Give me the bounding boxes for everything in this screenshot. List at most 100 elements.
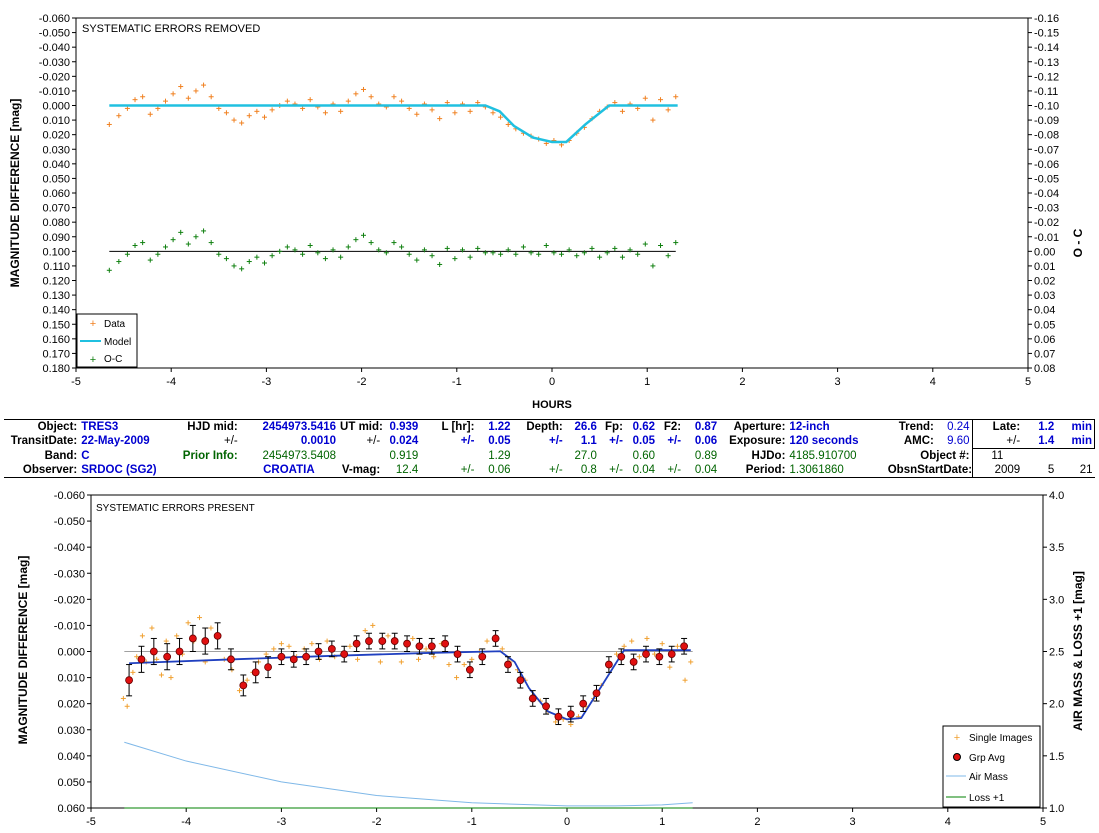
chart-systematic-removed: SYSTEMATIC ERRORS REMOVED HOURS MAGNITUD… (8, 13, 1085, 411)
x-tick-label: 2 (754, 816, 760, 828)
y2-tick-label: 0.00 (1034, 246, 1055, 258)
single-image-point (347, 643, 353, 649)
value-vmag: 12.4 (395, 464, 419, 476)
y-tick-label: -0.040 (39, 42, 70, 54)
y2-tick-label: 0.08 (1034, 363, 1055, 375)
single-image-point (469, 656, 475, 662)
single-image-point (120, 695, 126, 701)
single-image-point (316, 656, 322, 662)
grp-avg-point (491, 630, 500, 647)
y-tick-label: 0.150 (42, 319, 70, 331)
y2-tick-label: 4.0 (1049, 490, 1064, 502)
y2-tick-label: -0.14 (1034, 42, 1059, 54)
single-image-point (568, 722, 574, 728)
y-tick-label: -0.010 (39, 86, 70, 98)
label-ut-mid: UT mid: (340, 421, 383, 433)
x-tick-label: -2 (372, 816, 382, 828)
grp-avg-marker (441, 639, 450, 648)
label-trend: Trend: (898, 421, 934, 433)
single-image-point (377, 659, 383, 665)
single-image-point (667, 664, 673, 670)
grp-avg-marker (137, 655, 146, 664)
grp-avg-marker (566, 710, 575, 718)
single-image-point (410, 635, 416, 641)
legend-2-grpavg-marker (953, 753, 961, 761)
grp-avg-marker (239, 681, 248, 690)
x-tick-label: -1 (452, 376, 462, 388)
chart1-y2label: O - C (1071, 228, 1085, 257)
grp-avg-point (642, 645, 650, 663)
legend-2-single-marker: + (954, 732, 960, 744)
grp-avg-marker (655, 652, 664, 661)
label-depth: Depth: (526, 421, 563, 433)
single-image-point (174, 633, 180, 639)
grp-avg-point (327, 640, 336, 658)
y2-tick-label: -0.02 (1034, 217, 1059, 229)
grp-avg-marker (264, 663, 272, 672)
grp-avg-marker (251, 668, 260, 677)
value-period: 1.3061860 (789, 464, 844, 476)
grp-avg-point (314, 643, 323, 660)
grp-avg-marker (667, 650, 676, 659)
grp-avg-marker (213, 631, 222, 640)
legend-1-oc-marker: + (90, 354, 96, 366)
label-l-err: +/- (460, 435, 475, 448)
grp-avg-marker (227, 655, 235, 664)
y-tick-label: 0.080 (42, 217, 70, 229)
label-f2-err2: +/- (667, 464, 682, 476)
blank-7 (1056, 449, 1094, 464)
grp-avg-point (504, 656, 512, 673)
y2-tick-label: -0.04 (1034, 188, 1059, 200)
single-image-point (208, 625, 214, 631)
x-tick-label: -3 (277, 816, 287, 828)
blank-8 (176, 463, 240, 478)
label-fp-err2: +/- (609, 464, 623, 476)
chart2-title: SYSTEMATIC ERRORS PRESENT (96, 503, 255, 514)
single-image-point (393, 638, 399, 644)
y-tick-label: 0.140 (42, 305, 70, 317)
single-image-point (404, 643, 410, 649)
grp-avg-marker (352, 639, 361, 648)
grp-avg-point (478, 648, 487, 666)
value-prior-hjd: 2454973.5408 (262, 449, 337, 462)
grp-avg-point (415, 637, 424, 655)
value-obsn-month: 5 (1047, 464, 1055, 476)
value-fp: 0.62 (632, 421, 656, 433)
single-image-point (154, 656, 160, 662)
y2-tick-label: -0.01 (1034, 232, 1059, 244)
x-tick-label: 1 (644, 376, 650, 388)
blank-6 (1022, 449, 1056, 464)
single-image-point (659, 641, 665, 647)
y-tick-label: -0.010 (54, 620, 85, 632)
value-f2: 0.87 (694, 421, 718, 433)
grp-avg-marker (314, 647, 323, 656)
single-image-point (492, 635, 498, 641)
value-f2-err: 0.06 (694, 435, 718, 448)
grp-avg-point (163, 643, 172, 671)
y2-tick-label: 2.5 (1049, 647, 1064, 659)
label-depth-err2: +/- (548, 464, 563, 476)
y-tick-label: 0.110 (43, 261, 70, 273)
value-amc: 9.60 (947, 435, 970, 448)
x-tick-label: 0 (564, 816, 570, 828)
label-hjdo: HJDo: (751, 449, 786, 462)
x-tick-label: -4 (181, 816, 191, 828)
label-late-err: +/- (971, 434, 1023, 449)
label-l-hr: L [hr]: (441, 421, 475, 433)
grp-avg-marker (365, 637, 373, 645)
single-image-point (278, 641, 284, 647)
single-image-point (484, 638, 490, 644)
grp-avg-point (566, 705, 575, 723)
single-image-point (202, 659, 208, 665)
single-image-point (398, 659, 404, 665)
y-tick-label: 0.000 (42, 101, 70, 113)
grp-avg-point (188, 624, 197, 652)
blank-2 (420, 449, 476, 464)
grp-avg-point (427, 637, 436, 655)
value-depth-err2: 0.8 (580, 464, 597, 476)
y-tick-label: 0.130 (42, 290, 70, 302)
x-tick-label: 2 (739, 376, 745, 388)
y-tick-label: 0.030 (57, 725, 85, 737)
label-amc: AMC: (903, 435, 934, 448)
value-trend: 0.24 (947, 421, 970, 433)
